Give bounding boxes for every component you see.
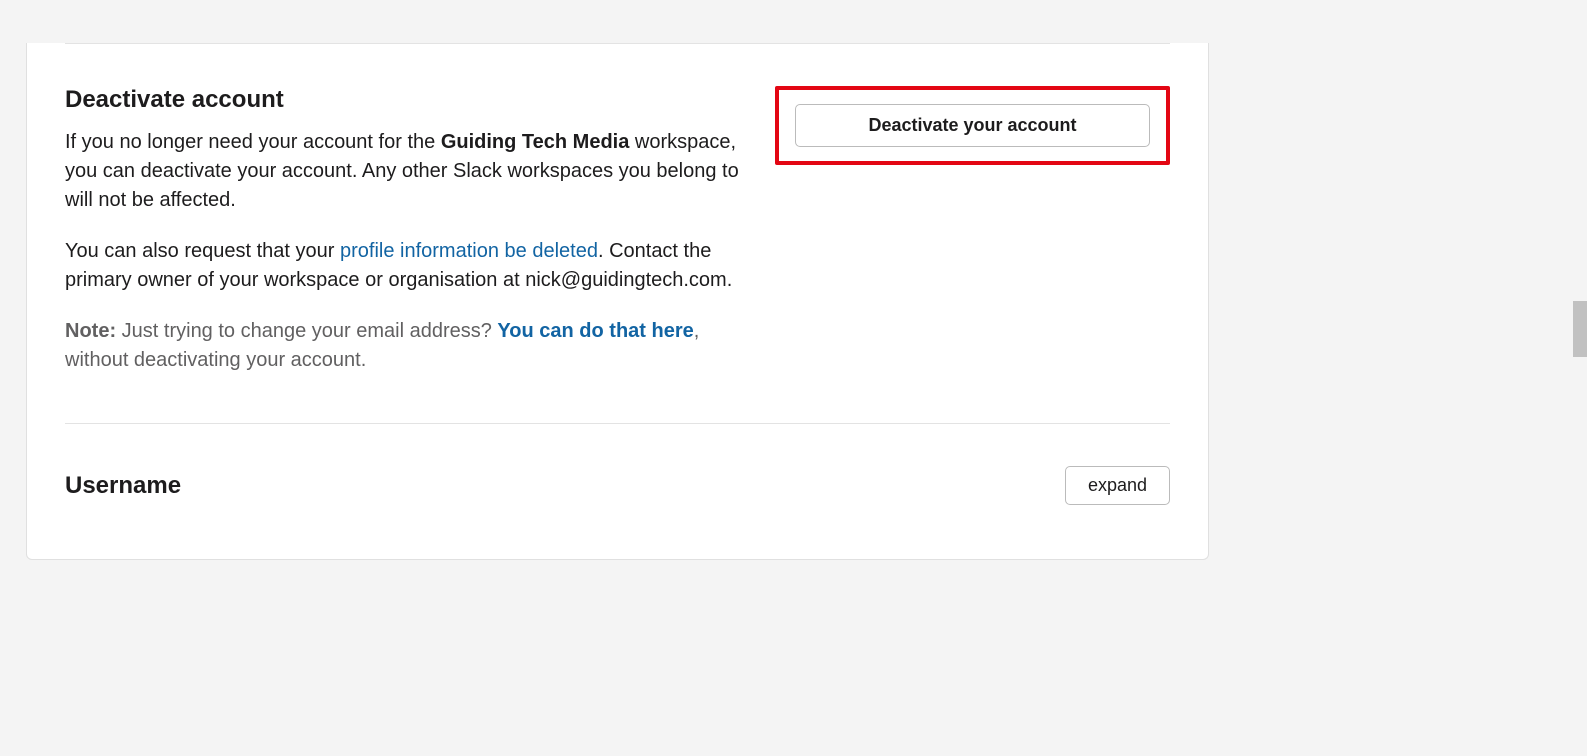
deactivate-paragraph-2: You can also request that your profile i… (65, 237, 745, 295)
scrollbar-thumb[interactable] (1573, 301, 1587, 357)
note-label: Note: (65, 320, 116, 342)
note-prefix: Just trying to change your email address… (116, 320, 497, 342)
settings-card: Deactivate account If you no longer need… (26, 43, 1209, 560)
deactivate-button[interactable]: Deactivate your account (795, 104, 1150, 147)
deactivate-section: Deactivate account If you no longer need… (65, 44, 1170, 423)
deactivate-note: Note: Just trying to change your email a… (65, 317, 745, 375)
deactivate-p1-prefix: If you no longer need your account for t… (65, 131, 441, 153)
expand-button[interactable]: expand (1065, 466, 1170, 505)
deactivate-title: Deactivate account (65, 86, 745, 114)
username-section: Username expand (65, 424, 1170, 559)
workspace-name: Guiding Tech Media (441, 131, 630, 153)
deactivate-highlight: Deactivate your account (775, 86, 1170, 165)
profile-delete-link[interactable]: profile information be deleted (340, 240, 598, 262)
change-email-link[interactable]: You can do that here (497, 320, 693, 342)
deactivate-content: Deactivate account If you no longer need… (65, 86, 745, 375)
deactivate-p2-prefix: You can also request that your (65, 240, 340, 262)
deactivate-paragraph-1: If you no longer need your account for t… (65, 128, 745, 215)
username-title: Username (65, 472, 181, 500)
